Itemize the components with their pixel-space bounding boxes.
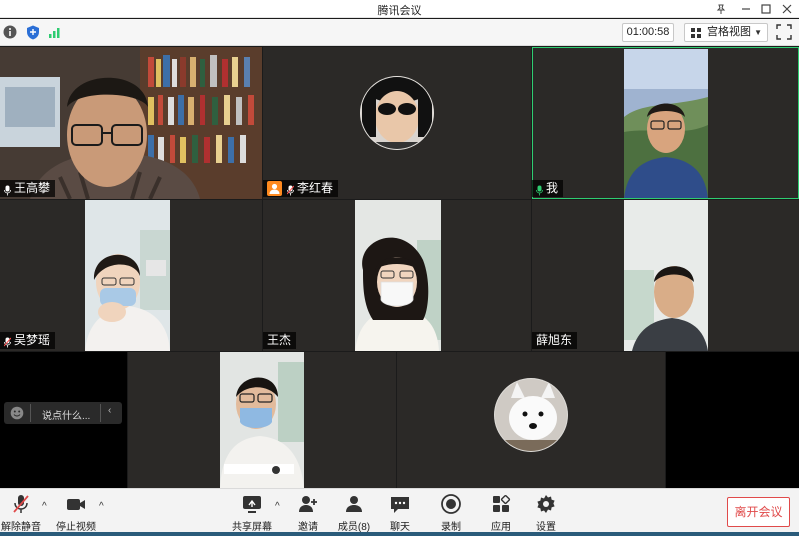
settings-label: 设置 [536,522,556,533]
chevron-down-icon: ▼ [754,28,762,37]
participant-avatar [494,378,568,452]
chat-label: 聊天 [390,522,410,533]
view-mode-label: 宫格视图 [707,26,751,38]
participant-video [624,200,708,351]
grid-view-icon [691,28,701,38]
mic-icon [4,184,11,195]
participant-video [355,200,441,351]
participant-avatar [360,76,434,150]
mic-muted-icon [13,495,29,513]
mic-active-icon [536,184,543,195]
view-mode-dropdown[interactable]: 宫格视图 ▼ [684,23,768,42]
video-tile[interactable] [397,352,665,488]
fullscreen-icon[interactable] [776,24,792,40]
shield-icon[interactable] [25,24,41,40]
video-tile[interactable]: 薛旭东 [532,200,799,351]
meeting-toolbar: 解除静音 ^ 停止视频 ^ 共享屏幕 ^ 邀请 成员(8) 聊天 录制 应用 设… [0,488,799,536]
invite-label: 邀请 [298,522,318,533]
taskbar-edge [0,532,799,536]
video-tile[interactable] [128,352,396,488]
participant-name: 王杰 [267,333,292,347]
window-title: 腾讯会议 [377,5,422,17]
signal-icon[interactable] [47,24,63,40]
share-screen-icon [243,496,261,513]
add-user-icon [299,496,317,512]
participant-name: 我 [546,181,559,195]
participant-name-tag: 薛旭东 [532,332,578,349]
record-button[interactable]: 录制 [438,493,464,533]
meeting-timer: 01:00:58 [622,23,674,42]
unmute-button[interactable]: 解除静音 [1,493,41,533]
leave-meeting-button[interactable]: 离开会议 [727,497,790,527]
record-icon [441,494,461,514]
chat-placeholder[interactable]: 说点什么... [42,407,90,422]
participant-name-tag: 王杰 [263,332,297,349]
chevron-up-icon[interactable]: ^ [275,501,280,512]
participant-name: 李红春 [297,181,334,195]
participant-name: 王高攀 [14,181,51,195]
participant-video [220,352,304,488]
video-tile-self[interactable]: 我 [532,47,799,199]
members-icon [346,496,362,512]
video-tile[interactable]: 李红春 [263,47,531,199]
user-icon [267,181,282,196]
record-label: 录制 [441,522,461,533]
chevron-left-icon[interactable]: ‹ [108,405,111,416]
stop-video-button[interactable]: 停止视频 [56,493,96,533]
share-screen-label: 共享屏幕 [232,522,272,533]
stop-video-label: 停止视频 [56,522,96,533]
share-screen-button[interactable]: 共享屏幕 [232,493,272,533]
participant-name-tag: 吴梦瑶 [0,332,56,349]
participant-video [85,200,170,351]
participant-name-tag: 王高攀 [0,180,56,197]
mic-muted-icon [3,336,12,347]
chevron-up-icon[interactable]: ^ [99,501,104,512]
participant-video [624,49,708,199]
video-tile[interactable]: 吴梦瑶 [0,200,262,351]
gear-icon [537,495,555,513]
empty-area [666,352,799,488]
chat-icon [391,497,409,513]
participant-name-tag: 李红春 [263,180,339,197]
settings-button[interactable]: 设置 [533,493,559,533]
participant-name: 吴梦瑶 [14,333,51,347]
participant-video [0,47,262,199]
close-icon[interactable] [774,0,799,18]
video-tile[interactable]: 王杰 [263,200,531,351]
chat-quick-input[interactable]: 说点什么... ‹ [4,402,122,424]
info-icon[interactable] [2,24,18,40]
apps-button[interactable]: 应用 [488,493,514,533]
pin-icon[interactable] [708,0,734,18]
participant-name: 薛旭东 [536,333,573,347]
video-tile[interactable]: 王高攀 [0,47,262,199]
meeting-info-bar: 01:00:58 宫格视图 ▼ [0,19,799,46]
title-bar: 腾讯会议 [0,0,799,18]
emoji-icon[interactable] [10,406,24,423]
chat-button[interactable]: 聊天 [387,493,413,533]
participant-name-tag: 我 [532,180,564,197]
members-button[interactable]: 成员(8) [336,493,372,533]
meeting-window: 腾讯会议 01:00:58 宫格视图 ▼ 王高攀 李红春 我 吴梦瑶 王杰 薛旭… [0,0,799,536]
mic-muted-icon [286,184,295,195]
invite-button[interactable]: 邀请 [295,493,321,533]
unmute-label: 解除静音 [1,522,41,533]
camera-icon [67,499,85,510]
divider [100,404,101,422]
apps-icon [493,494,511,512]
divider [30,404,31,422]
chevron-up-icon[interactable]: ^ [42,501,47,512]
apps-label: 应用 [491,522,511,533]
members-label: 成员(8) [337,522,371,533]
